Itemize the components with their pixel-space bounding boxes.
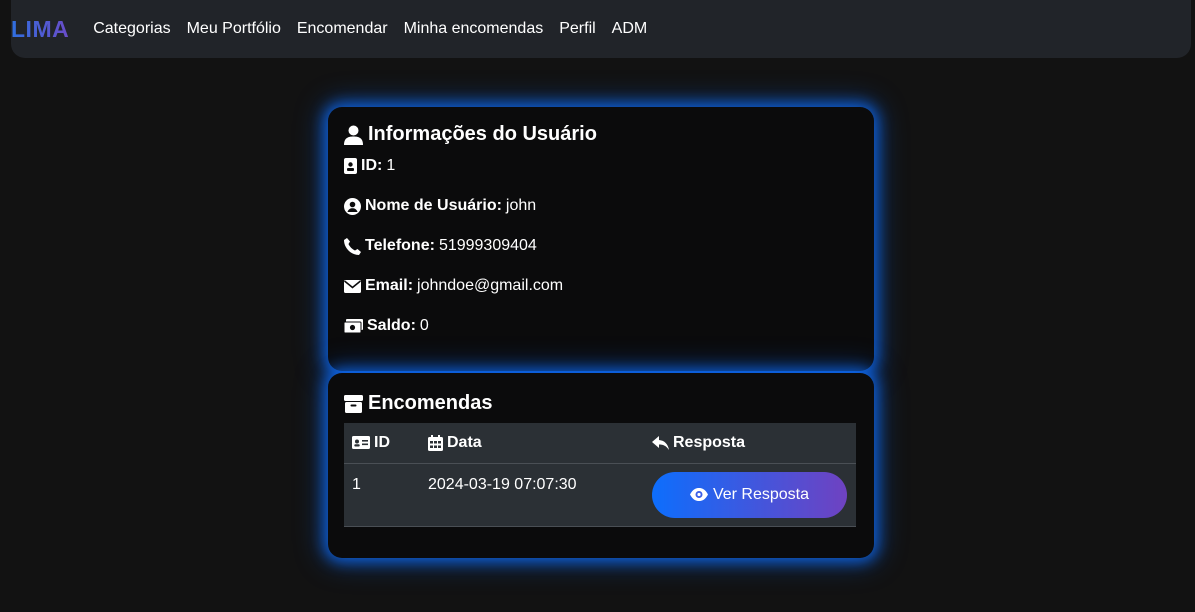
view-response-label: Ver Resposta: [712, 485, 810, 503]
cell-date: 2024-03-19 07:07:30: [428, 475, 577, 493]
brand-logo[interactable]: LIMA: [11, 16, 69, 43]
column-header-label: ID: [374, 433, 390, 451]
field-email: Email: johndoe@gmail.com: [344, 276, 858, 296]
orders-title-text: Encomendas: [368, 392, 493, 414]
field-value: 1: [386, 157, 396, 174]
orders-title: Encomendas: [344, 392, 858, 415]
id-card-icon: [352, 436, 370, 450]
nav-links: Categorias Meu Portfólio Encomendar Minh…: [93, 20, 663, 38]
column-header-label: Resposta: [673, 433, 746, 451]
field-label: Saldo:: [367, 317, 416, 334]
phone-icon: [344, 237, 361, 255]
column-header-date: Data: [420, 423, 644, 463]
reply-icon: [652, 435, 669, 450]
field-label: Email:: [365, 277, 414, 294]
field-value: 51999309404: [438, 237, 537, 254]
field-id: ID: 1: [344, 156, 858, 176]
field-username: Nome de Usuário: john: [344, 196, 858, 216]
id-badge-icon: [344, 158, 357, 174]
nav-link-categorias[interactable]: Categorias: [93, 20, 170, 38]
nav-link-meu-portfolio[interactable]: Meu Portfólio: [187, 20, 281, 38]
user-info-title: Informações do Usuário: [344, 123, 858, 146]
nav-link-encomendar[interactable]: Encomendar: [297, 20, 388, 38]
field-phone: Telefone: 51999309404: [344, 236, 858, 256]
nav-link-minha-encomendas[interactable]: Minha encomendas: [404, 20, 544, 38]
field-value: johndoe@gmail.com: [417, 277, 564, 294]
view-response-button[interactable]: Ver Resposta: [652, 471, 847, 518]
box-icon: [344, 394, 363, 413]
field-label: ID:: [361, 157, 383, 174]
orders-card: Encomendas ID Data Resposta 1 2024-03-19…: [328, 373, 874, 558]
user-circle-icon: [344, 197, 361, 215]
user-info-card: Informações do Usuário ID: 1 Nome de Usu…: [328, 107, 874, 371]
user-icon: [344, 125, 363, 145]
envelope-icon: [344, 279, 361, 293]
field-balance: Saldo: 0: [344, 316, 858, 336]
cell-id: 1: [352, 475, 361, 493]
field-value: 0: [419, 317, 429, 334]
column-header-response: Resposta: [644, 423, 856, 463]
money-bill-icon: [344, 319, 363, 333]
top-navbar: LIMA Categorias Meu Portfólio Encomendar…: [11, 0, 1191, 58]
cell-action: Ver Resposta: [644, 463, 856, 526]
calendar-icon: [428, 434, 443, 451]
column-header-label: Data: [447, 433, 482, 451]
nav-link-adm[interactable]: ADM: [612, 20, 648, 38]
field-label: Nome de Usuário:: [365, 197, 502, 214]
field-value: john: [505, 197, 537, 214]
column-header-id: ID: [344, 423, 420, 463]
table-header-row: ID Data Resposta: [344, 423, 856, 463]
eye-icon: [689, 488, 708, 501]
nav-link-perfil[interactable]: Perfil: [559, 20, 595, 38]
field-label: Telefone:: [365, 237, 435, 254]
orders-table: ID Data Resposta 1 2024-03-19 07:07:30 V…: [344, 423, 856, 527]
table-row: 1 2024-03-19 07:07:30 Ver Resposta: [344, 463, 856, 526]
user-info-title-text: Informações do Usuário: [368, 123, 597, 145]
